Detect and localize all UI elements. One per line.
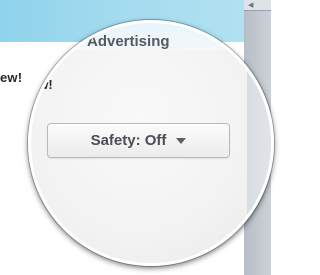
page-title: Advertising — [87, 33, 170, 50]
safety-dropdown-label: Safety: Off — [90, 132, 167, 149]
partial-heading: ew! — [0, 70, 23, 85]
chevron-left-icon: ◀ — [248, 2, 254, 9]
chevron-down-icon — [176, 137, 187, 144]
magnified-partial-heading: ew! — [31, 77, 53, 92]
safety-dropdown[interactable]: Safety: Off — [47, 123, 230, 158]
magnified-side-strip — [247, 23, 271, 263]
magnifier-lens: Advertising ew! Safety: Off — [28, 20, 274, 266]
